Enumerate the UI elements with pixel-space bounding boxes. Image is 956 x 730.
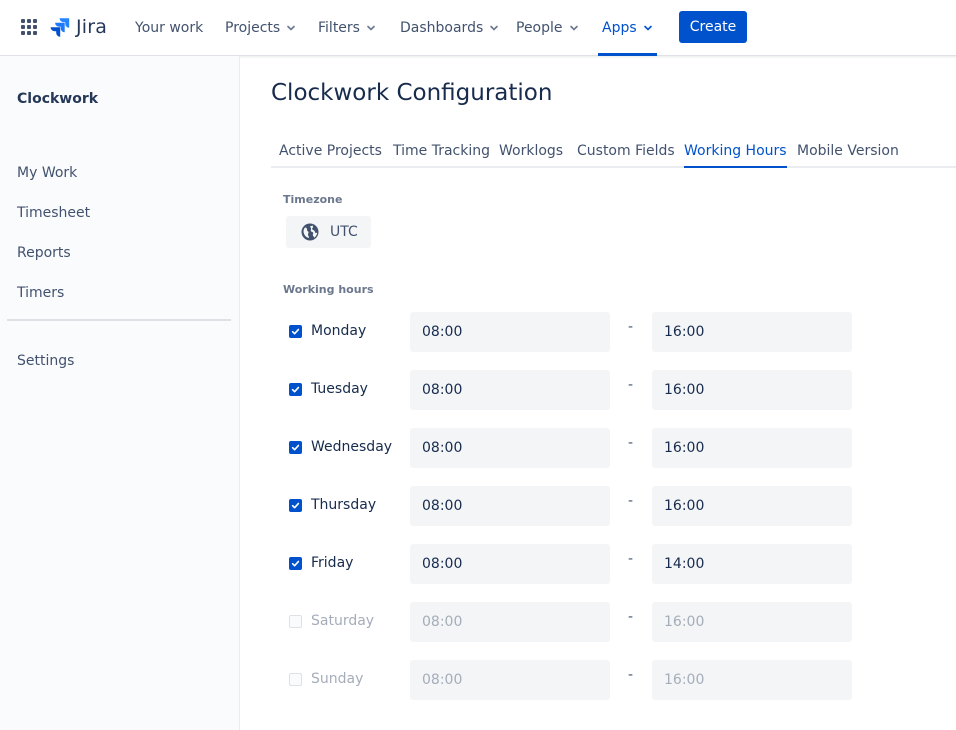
sunday-checkbox[interactable]: [289, 673, 302, 686]
time-separator: -: [628, 609, 634, 625]
monday-end-time[interactable]: 16:00: [652, 312, 852, 352]
nav-label: People: [516, 20, 563, 36]
globe-icon: [301, 223, 319, 241]
nav-label: Filters: [318, 20, 360, 36]
day-label: Saturday: [311, 613, 375, 629]
day-row-saturday: Saturday 08:00 - 16:00: [288, 602, 858, 642]
chevron-down-icon: [643, 25, 652, 31]
jira-logo-icon: [50, 18, 70, 37]
tab-mobile-version[interactable]: Mobile Version: [797, 143, 899, 159]
time-separator: -: [628, 493, 634, 509]
tab-active-projects[interactable]: Active Projects: [279, 143, 382, 159]
app-switcher-grid-icon[interactable]: [21, 19, 37, 35]
friday-checkbox[interactable]: [289, 557, 302, 570]
thursday-start-time[interactable]: 08:00: [410, 486, 610, 526]
sidebar-item-timesheet[interactable]: Timesheet: [17, 205, 90, 221]
checkmark-icon: [291, 328, 300, 335]
chevron-down-icon: [367, 25, 375, 31]
sidebar-divider: [7, 319, 231, 321]
timezone-select[interactable]: UTC: [286, 216, 371, 248]
sidebar-title: Clockwork: [17, 91, 99, 107]
day-row-sunday: Sunday 08:00 - 16:00: [288, 660, 858, 700]
sunday-end-time[interactable]: 16:00: [652, 660, 852, 700]
time-separator: -: [628, 319, 634, 335]
day-label: Sunday: [311, 671, 364, 687]
day-label: Wednesday: [311, 439, 393, 455]
nav-label: Apps: [602, 20, 637, 36]
wednesday-start-time[interactable]: 08:00: [410, 428, 610, 468]
day-row-monday: Monday 08:00 - 16:00: [288, 312, 858, 352]
day-row-thursday: Thursday 08:00 - 16:00: [288, 486, 858, 526]
chevron-down-icon: [490, 25, 499, 31]
tuesday-start-time[interactable]: 08:00: [410, 370, 610, 410]
page-title: Clockwork Configuration: [271, 80, 553, 106]
thursday-checkbox[interactable]: [289, 499, 302, 512]
time-separator: -: [628, 667, 634, 683]
sidebar-item-timers[interactable]: Timers: [17, 285, 64, 301]
nav-dashboards[interactable]: Dashboards: [400, 0, 499, 56]
sidebar-item-reports[interactable]: Reports: [17, 245, 71, 261]
tab-custom-fields[interactable]: Custom Fields: [577, 143, 675, 159]
monday-checkbox[interactable]: [289, 325, 302, 338]
timezone-label: Timezone: [283, 193, 343, 206]
chevron-down-icon: [287, 25, 296, 31]
tuesday-checkbox[interactable]: [289, 383, 302, 396]
day-label: Thursday: [311, 497, 377, 513]
nav-label: Your work: [135, 20, 204, 36]
checkmark-icon: [291, 444, 300, 451]
wednesday-checkbox[interactable]: [289, 441, 302, 454]
sidebar: Clockwork My Work Timesheet Reports Time…: [0, 56, 240, 730]
day-label: Friday: [311, 555, 354, 571]
sunday-start-time[interactable]: 08:00: [410, 660, 610, 700]
day-row-wednesday: Wednesday 08:00 - 16:00: [288, 428, 858, 468]
checkmark-icon: [291, 502, 300, 509]
saturday-start-time[interactable]: 08:00: [410, 602, 610, 642]
saturday-end-time[interactable]: 16:00: [652, 602, 852, 642]
day-row-tuesday: Tuesday 08:00 - 16:00: [288, 370, 858, 410]
nav-your-work[interactable]: Your work: [135, 0, 203, 56]
tuesday-end-time[interactable]: 16:00: [652, 370, 852, 410]
nav-apps[interactable]: Apps: [598, 0, 657, 56]
top-navigation: Jira Your work Projects Filters Dashboar…: [0, 0, 956, 56]
time-separator: -: [628, 551, 634, 567]
nav-filters[interactable]: Filters: [318, 0, 376, 56]
monday-start-time[interactable]: 08:00: [410, 312, 610, 352]
friday-end-time[interactable]: 14:00: [652, 544, 852, 584]
friday-start-time[interactable]: 08:00: [410, 544, 610, 584]
day-label: Tuesday: [311, 381, 368, 397]
checkmark-icon: [291, 560, 300, 567]
thursday-end-time[interactable]: 16:00: [652, 486, 852, 526]
sidebar-item-my-work[interactable]: My Work: [17, 165, 77, 181]
tab-working-hours[interactable]: Working Hours: [684, 143, 787, 168]
sidebar-item-settings[interactable]: Settings: [17, 353, 74, 369]
nav-projects[interactable]: Projects: [225, 0, 296, 56]
saturday-checkbox[interactable]: [289, 615, 302, 628]
time-separator: -: [628, 377, 634, 393]
create-button[interactable]: Create: [679, 11, 747, 43]
wednesday-end-time[interactable]: 16:00: [652, 428, 852, 468]
tab-time-tracking[interactable]: Time Tracking: [393, 143, 490, 159]
brand-name: Jira: [76, 16, 108, 38]
nav-label: Projects: [225, 20, 281, 36]
timezone-value: UTC: [330, 224, 358, 240]
tab-worklogs[interactable]: Worklogs: [499, 143, 563, 159]
day-label: Monday: [311, 323, 367, 339]
jira-logo[interactable]: Jira: [50, 15, 107, 39]
settings-tabs: Active Projects Time Tracking Worklogs C…: [271, 134, 956, 168]
time-separator: -: [628, 435, 634, 451]
checkmark-icon: [291, 386, 300, 393]
nav-label: Dashboards: [400, 20, 484, 36]
chevron-down-icon: [569, 25, 578, 31]
nav-people[interactable]: People: [516, 0, 579, 56]
working-hours-label: Working hours: [283, 283, 374, 296]
day-row-friday: Friday 08:00 - 14:00: [288, 544, 858, 584]
